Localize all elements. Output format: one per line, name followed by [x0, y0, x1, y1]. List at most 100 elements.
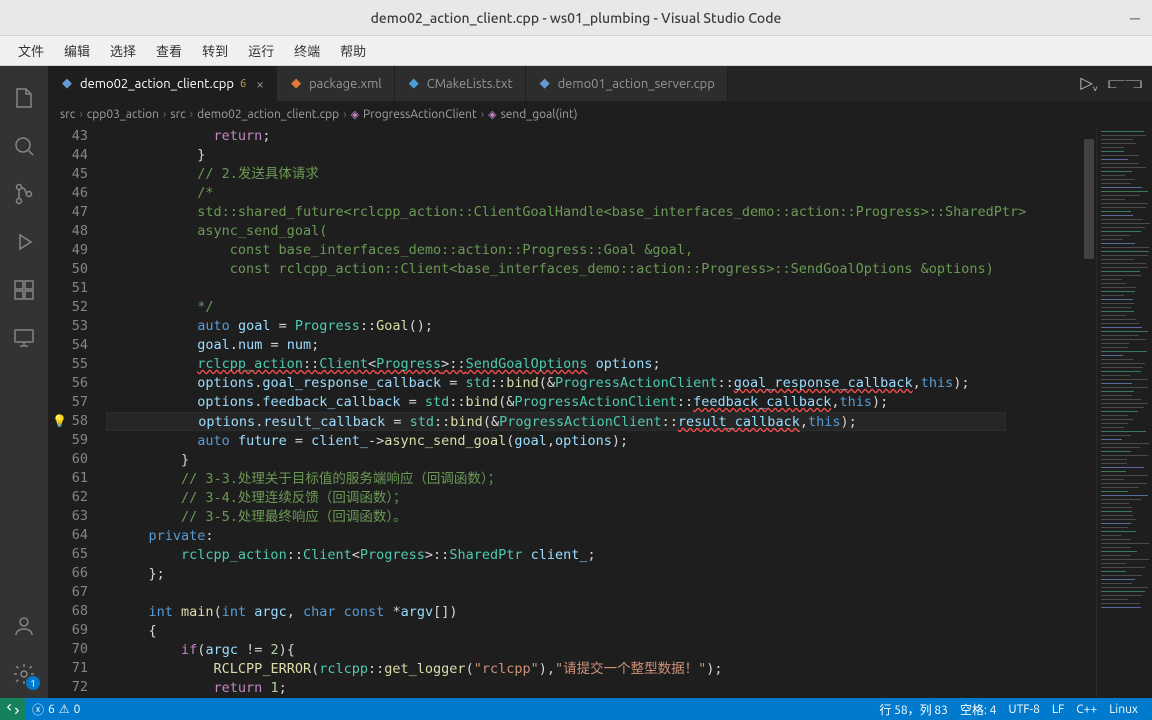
code-line[interactable]: } — [106, 451, 1082, 470]
tab-package.xml[interactable]: ◆package.xml — [277, 66, 395, 101]
code-line[interactable]: // 3-3.处理关于目标值的服务端响应（回调函数）； — [106, 470, 1082, 489]
line-number: 72 — [48, 678, 88, 697]
code-line[interactable]: // 2.发送具体请求 — [106, 165, 1082, 184]
line-number: 65 — [48, 545, 88, 564]
code-content[interactable]: return; } // 2.发送具体请求 /* std::shared_fut… — [106, 127, 1082, 698]
code-line[interactable]: RCLCPP_ERROR(rclcpp::get_logger("rclcpp"… — [106, 660, 1082, 679]
menu-编辑[interactable]: 编辑 — [54, 37, 100, 64]
code-line[interactable]: options.feedback_callback = std::bind(&P… — [106, 393, 1082, 412]
code-line[interactable]: goal.num = num; — [106, 336, 1082, 355]
run-debug-icon[interactable] — [0, 218, 48, 266]
code-line[interactable]: // 3-4.处理连续反馈（回调函数）； — [106, 489, 1082, 508]
code-line[interactable]: options.goal_response_callback = std::bi… — [106, 374, 1082, 393]
code-line[interactable]: auto future = client_->async_send_goal(g… — [106, 432, 1082, 451]
line-number: 51 — [48, 279, 88, 298]
breadcrumb-src[interactable]: src — [60, 108, 75, 121]
code-line[interactable]: { — [106, 622, 1082, 641]
code-line[interactable]: } — [106, 146, 1082, 165]
code-line[interactable] — [106, 279, 1082, 298]
breadcrumb-ProgressActionClient[interactable]: ProgressActionClient — [363, 108, 477, 121]
warning-icon: ⚠ — [59, 702, 70, 716]
breadcrumb-src[interactable]: src — [170, 108, 185, 121]
modified-count: 6 — [240, 78, 246, 90]
vertical-scrollbar[interactable] — [1082, 127, 1096, 698]
window-title: demo02_action_client.cpp - ws01_plumbing… — [371, 10, 782, 26]
remote-indicator[interactable] — [0, 698, 26, 720]
settings-badge: 1 — [26, 676, 40, 690]
split-editor-icon[interactable]: ⫍⫎ — [1108, 74, 1142, 93]
source-control-icon[interactable] — [0, 170, 48, 218]
account-icon[interactable] — [0, 602, 48, 650]
breadcrumb-send_goal(int)[interactable]: send_goal(int) — [501, 108, 578, 121]
code-line[interactable]: return 1; — [106, 679, 1082, 698]
code-line[interactable]: // 3-5.处理最终响应（回调函数）。 — [106, 508, 1082, 527]
code-line[interactable]: const base_interfaces_demo::action::Prog… — [106, 241, 1082, 260]
line-number: 46 — [48, 184, 88, 203]
code-line[interactable] — [106, 584, 1082, 603]
line-number: 56 — [48, 374, 88, 393]
tab-demo01_action_server.cpp[interactable]: ◆demo01_action_server.cpp — [526, 66, 728, 101]
code-line[interactable]: /* — [106, 184, 1082, 203]
line-number: 59 — [48, 431, 88, 450]
xml-file-icon: ◆ — [289, 77, 303, 91]
activity-bar: 1 — [0, 66, 48, 698]
line-number: 49 — [48, 241, 88, 260]
settings-icon[interactable]: 1 — [0, 650, 48, 698]
menu-选择[interactable]: 选择 — [100, 37, 146, 64]
problems-status[interactable]: ⓧ6 ⚠0 — [26, 701, 86, 718]
cpp-file-icon: ◆ — [60, 77, 74, 91]
close-tab-icon[interactable]: × — [256, 76, 264, 92]
menu-查看[interactable]: 查看 — [146, 37, 192, 64]
line-number: 48 — [48, 222, 88, 241]
code-line[interactable]: */ — [106, 298, 1082, 317]
run-button-icon[interactable]: ▷˅ — [1080, 73, 1098, 94]
menu-帮助[interactable]: 帮助 — [330, 37, 376, 64]
extensions-icon[interactable] — [0, 266, 48, 314]
os-status[interactable]: Linux — [1103, 701, 1144, 718]
lightbulb-icon[interactable]: 💡 — [52, 412, 67, 431]
code-line[interactable]: }; — [106, 565, 1082, 584]
line-number: 54 — [48, 336, 88, 355]
breadcrumbs[interactable]: src › cpp03_action › src › demo02_action… — [48, 101, 1152, 127]
remote-explorer-icon[interactable] — [0, 314, 48, 362]
tab-demo02_action_client.cpp[interactable]: ◆demo02_action_client.cpp 6 × — [48, 66, 277, 101]
code-line[interactable]: auto goal = Progress::Goal(); — [106, 317, 1082, 336]
tab-CMakeLists.txt[interactable]: ◆CMakeLists.txt — [395, 66, 526, 101]
menu-文件[interactable]: 文件 — [8, 37, 54, 64]
workbench: 1 ◆demo02_action_client.cpp 6 ×◆package.… — [0, 66, 1152, 698]
code-line[interactable]: rclcpp_action::Client<Progress>::SendGoa… — [106, 355, 1082, 374]
tab-actions: ▷˅ ⫍⫎ — [1070, 66, 1152, 101]
editor-area: ◆demo02_action_client.cpp 6 ×◆package.xm… — [48, 66, 1152, 698]
line-number: 69 — [48, 621, 88, 640]
cursor-position[interactable]: 行 58，列 83 — [873, 701, 954, 718]
encoding-status[interactable]: UTF-8 — [1002, 701, 1045, 718]
menu-转到[interactable]: 转到 — [192, 37, 238, 64]
menu-终端[interactable]: 终端 — [284, 37, 330, 64]
menu-bar: 文件编辑选择查看转到运行终端帮助 — [0, 36, 1152, 66]
eol-status[interactable]: LF — [1046, 701, 1070, 718]
breadcrumb-demo02_action_client.cpp[interactable]: demo02_action_client.cpp — [197, 108, 339, 121]
code-line[interactable]: options.result_callback = std::bind(&Pro… — [106, 412, 1006, 431]
line-number: 71 — [48, 659, 88, 678]
scrollbar-thumb[interactable] — [1084, 139, 1094, 259]
code-line[interactable]: int main(int argc, char const *argv[]) — [106, 603, 1082, 622]
line-number: 62 — [48, 488, 88, 507]
breadcrumb-cpp03_action[interactable]: cpp03_action — [87, 108, 159, 121]
code-line[interactable]: async_send_goal( — [106, 222, 1082, 241]
code-line[interactable]: if(argc != 2){ — [106, 641, 1082, 660]
explorer-icon[interactable] — [0, 74, 48, 122]
code-line[interactable]: return; — [106, 127, 1082, 146]
language-status[interactable]: C++ — [1070, 701, 1103, 718]
code-line[interactable]: std::shared_future<rclcpp_action::Client… — [106, 203, 1082, 222]
search-icon[interactable] — [0, 122, 48, 170]
minimap[interactable] — [1096, 127, 1152, 698]
code-line[interactable]: private: — [106, 527, 1082, 546]
minimize-button[interactable]: ─ — [1126, 9, 1144, 27]
code-editor[interactable]: 43444546474849505152535455565758💡5960616… — [48, 127, 1152, 698]
menu-运行[interactable]: 运行 — [238, 37, 284, 64]
line-number: 66 — [48, 564, 88, 583]
code-line[interactable]: const rclcpp_action::Client<base_interfa… — [106, 260, 1082, 279]
indent-status[interactable]: 空格: 4 — [954, 701, 1002, 718]
code-line[interactable]: rclcpp_action::Client<Progress>::SharedP… — [106, 546, 1082, 565]
line-number: 67 — [48, 583, 88, 602]
